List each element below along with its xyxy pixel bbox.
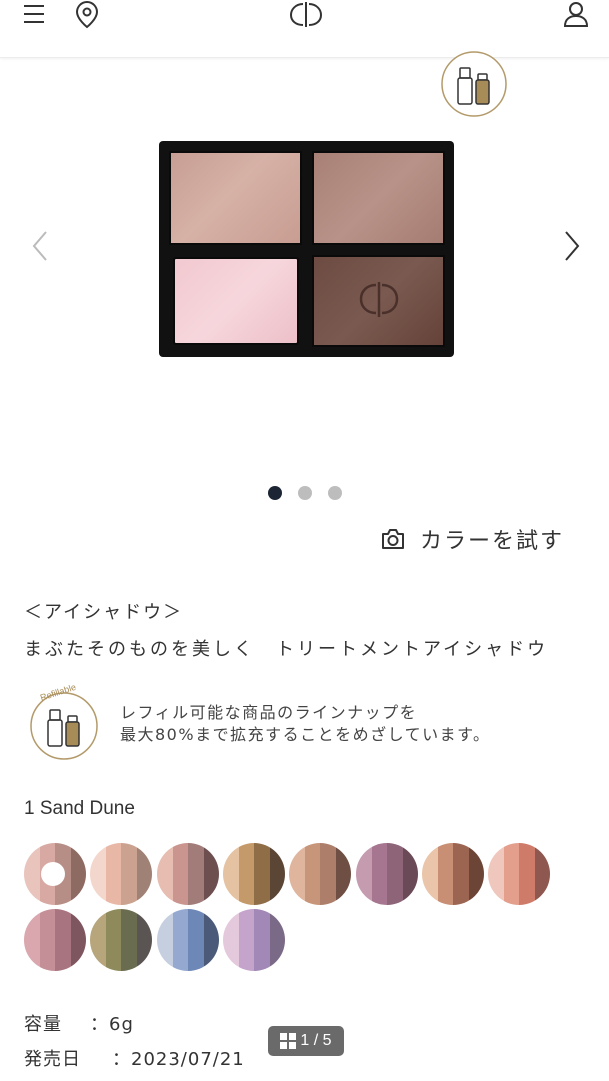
- eyeshadow-pan: [169, 151, 302, 245]
- release-date-label: 発売日: [24, 1049, 81, 1070]
- spec-release-date: 発売日 ：2023/07/21: [24, 1045, 245, 1071]
- shade-swatch[interactable]: [356, 843, 418, 905]
- selected-shade-name: 1 Sand Dune: [24, 798, 135, 819]
- embossed-logo-icon: [359, 282, 399, 317]
- refill-notice: Refillable レフィル可能な商品のラインナップを 最大80%まで拡充する…: [26, 684, 586, 766]
- eyeshadow-pan: [312, 255, 445, 347]
- carousel-dot[interactable]: [328, 486, 342, 500]
- location-pin-icon[interactable]: [74, 0, 100, 30]
- refillable-badge-icon: Refillable: [30, 684, 98, 760]
- refill-notice-line: 最大80%まで拡充することをめざしています。: [120, 725, 491, 744]
- eyeshadow-pan: [312, 151, 445, 245]
- shade-swatch[interactable]: [289, 843, 351, 905]
- try-color-button[interactable]: カラーを試す: [380, 524, 564, 554]
- top-navigation-bar: [0, 0, 609, 58]
- image-counter[interactable]: 1 / 5: [268, 1026, 344, 1056]
- product-name: まぶたそのものを美しく トリートメントアイシャドウ: [24, 639, 549, 660]
- shade-swatch[interactable]: [157, 909, 219, 971]
- chevron-left-icon[interactable]: [28, 226, 52, 266]
- refill-notice-text: レフィル可能な商品のラインナップを 最大80%まで拡充することをめざしています。: [120, 702, 490, 746]
- menu-icon[interactable]: [22, 2, 48, 28]
- carousel-dot[interactable]: [298, 486, 312, 500]
- shade-swatch[interactable]: [488, 843, 550, 905]
- shade-swatch[interactable]: [24, 909, 86, 971]
- carousel-dot[interactable]: [268, 486, 282, 500]
- eyeshadow-compact-image: [159, 141, 454, 357]
- refill-notice-line: レフィル可能な商品のラインナップを: [120, 703, 418, 722]
- selected-indicator: [41, 862, 65, 886]
- shade-swatch[interactable]: [422, 843, 484, 905]
- release-date-value: ：2023/07/21: [112, 1049, 245, 1070]
- camera-icon: [382, 529, 404, 549]
- shade-swatch[interactable]: [157, 843, 219, 905]
- shade-swatch[interactable]: [223, 909, 285, 971]
- brand-logo-icon[interactable]: [288, 0, 324, 28]
- grid-icon: [280, 1033, 297, 1049]
- capacity-label: 容量: [24, 1014, 62, 1035]
- user-icon[interactable]: [562, 0, 590, 28]
- eyeshadow-pan: [173, 257, 299, 345]
- product-image-gallery[interactable]: [0, 120, 609, 380]
- chevron-right-icon[interactable]: [560, 226, 584, 266]
- capacity-value: ：6g: [90, 1014, 134, 1035]
- shade-swatch[interactable]: [24, 843, 86, 905]
- try-color-label: カラーを試す: [420, 529, 565, 554]
- image-counter-text: 1 / 5: [300, 1032, 332, 1049]
- shade-swatch[interactable]: [90, 843, 152, 905]
- carousel-pagination: [268, 486, 342, 500]
- shade-swatch[interactable]: [90, 909, 152, 971]
- product-category: ＜アイシャドウ＞: [24, 602, 184, 623]
- shade-swatch[interactable]: [223, 843, 285, 905]
- spec-capacity: 容量 ：6g: [24, 1010, 134, 1036]
- refillable-badge-icon: [441, 51, 507, 117]
